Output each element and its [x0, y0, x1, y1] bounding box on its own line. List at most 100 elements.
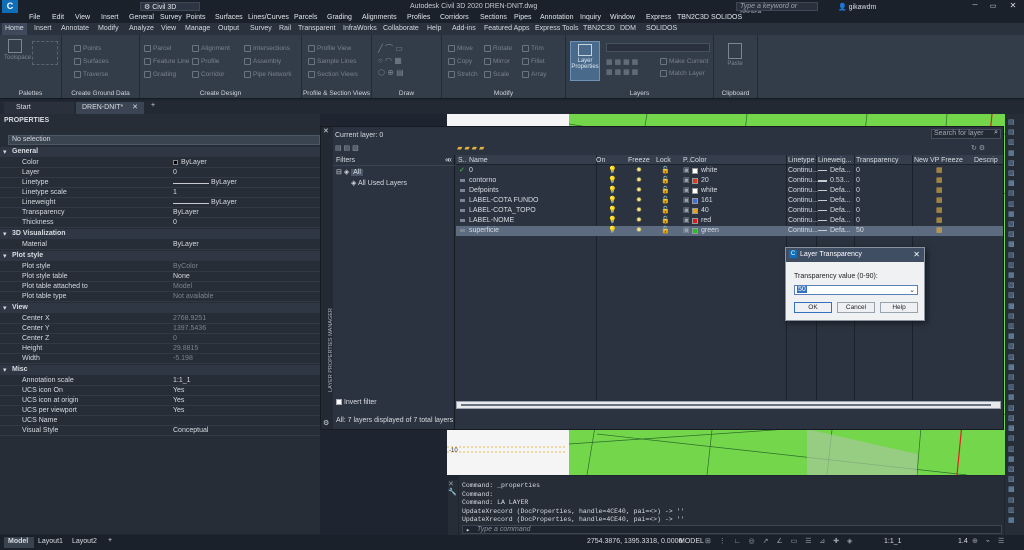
layer-properties-button[interactable]: Layer Properties — [570, 41, 600, 81]
plot-icon[interactable]: ▣ — [683, 186, 690, 194]
property-group-header[interactable]: 3D Visualization ▾ — [0, 229, 320, 239]
filter-all-used[interactable]: ◈ All Used Layers — [351, 179, 407, 187]
layer-search-input[interactable]: Search for layer ⌕ — [931, 129, 1001, 139]
menu-item[interactable]: General — [129, 14, 154, 21]
property-row[interactable]: Visual Style Conceptual — [0, 426, 320, 436]
lock-icon[interactable]: 🔓 — [661, 196, 670, 204]
array-button[interactable]: Array — [522, 71, 547, 78]
parcel-button[interactable]: Parcel — [144, 45, 171, 52]
property-row[interactable]: Layer 0 — [0, 168, 320, 178]
menu-item[interactable]: Edit — [52, 14, 64, 21]
color-swatch-icon[interactable] — [692, 198, 698, 204]
menu-item[interactable]: Express — [646, 14, 671, 21]
property-group-header[interactable]: Misc ▾ — [0, 365, 320, 375]
points-button[interactable]: Points — [74, 45, 101, 52]
column-header[interactable]: Name — [469, 157, 488, 164]
minimize-button[interactable]: ─ — [968, 2, 982, 9]
lightbulb-icon[interactable]: 💡 — [608, 166, 617, 174]
zoom-level[interactable]: 1.4 — [958, 538, 968, 545]
property-row[interactable]: Linetype ByLayer — [0, 178, 320, 188]
layer-tools[interactable]: ▰ ▰ ▰ ▰ — [457, 144, 484, 152]
rotate-button[interactable]: Rotate — [484, 45, 512, 52]
collapse-icon[interactable]: ▾ — [3, 148, 7, 156]
section-views-button[interactable]: Section Views — [308, 71, 358, 78]
ribbon-tab-view[interactable]: View — [161, 25, 176, 32]
ribbon-tab-tbn2c3d[interactable]: TBN2C3D — [583, 25, 615, 32]
menu-item[interactable]: View — [75, 14, 90, 21]
property-row[interactable]: Plot style ByColor — [0, 262, 320, 272]
plot-icon[interactable]: ▣ — [683, 196, 690, 204]
menu-item[interactable]: Annotation — [540, 14, 573, 21]
menu-item[interactable]: Corridors — [440, 14, 469, 21]
transparency-value-input[interactable]: 50 ⌄ — [794, 285, 918, 295]
layout2-tab[interactable]: Layout2 — [72, 538, 97, 545]
menu-item[interactable]: Lines/Curves — [248, 14, 289, 21]
column-header[interactable]: S.. — [458, 157, 467, 164]
ribbon-tab-solidos[interactable]: SOLIDOS — [646, 25, 677, 32]
layer-row[interactable]: superficie 💡 ✹ 🔓 ▣ green Continu... Defa... 50 ▦ — [456, 226, 1003, 236]
stretch-button[interactable]: Stretch — [448, 71, 478, 78]
ribbon-tab-analyze[interactable]: Analyze — [129, 25, 154, 32]
lightbulb-icon[interactable]: 💡 — [608, 196, 617, 204]
menu-item[interactable]: Grading — [327, 14, 352, 21]
property-row[interactable]: Center X 2768.9251 — [0, 314, 320, 324]
menu-item[interactable]: Parcels — [294, 14, 317, 21]
lightbulb-icon[interactable]: 💡 — [608, 206, 617, 214]
annotation-scale[interactable]: 1:1_1 — [884, 538, 902, 545]
vp-freeze-icon[interactable]: ▦ — [936, 226, 943, 234]
user-name[interactable]: 👤 gikawdm — [838, 3, 876, 11]
property-row[interactable]: UCS Name — [0, 416, 320, 426]
ribbon-tab-add-ins[interactable]: Add-ins — [452, 25, 476, 32]
model-space-toggle[interactable]: MODEL — [679, 538, 704, 545]
vp-freeze-icon[interactable]: ▦ — [936, 196, 943, 204]
lightbulb-icon[interactable]: 💡 — [608, 186, 617, 194]
help-search-input[interactable]: Type a keyword or phrase — [736, 2, 818, 17]
pipe-network-button[interactable]: Pipe Network — [244, 71, 292, 78]
lock-icon[interactable]: 🔓 — [661, 226, 670, 234]
menu-item[interactable]: Insert — [101, 14, 119, 21]
property-row[interactable]: Lineweight ByLayer — [0, 198, 320, 208]
collapse-icon[interactable]: ▾ — [3, 366, 7, 374]
close-button[interactable]: ✕ — [1006, 1, 1020, 10]
property-group-header[interactable]: View ▾ — [0, 303, 320, 313]
column-header[interactable]: Freeze — [628, 157, 650, 164]
collapse-icon[interactable]: ▾ — [3, 230, 7, 238]
trim-button[interactable]: Trim — [522, 45, 544, 52]
sample-lines-button[interactable]: Sample Lines — [308, 58, 356, 65]
alignment-button[interactable]: Alignment — [192, 45, 230, 52]
ribbon-tab-express-tools[interactable]: Express Tools — [535, 25, 578, 32]
close-tab-icon[interactable]: ✕ — [132, 103, 138, 111]
column-header[interactable]: Descrip — [974, 157, 998, 164]
color-swatch-icon[interactable] — [692, 208, 698, 214]
column-header[interactable]: New VP Freeze — [914, 157, 963, 164]
menu-item[interactable]: Inquiry — [580, 14, 601, 21]
property-row[interactable]: Width -5.198 — [0, 354, 320, 364]
lock-icon[interactable]: 🔓 — [661, 166, 670, 174]
color-swatch-icon[interactable] — [692, 168, 698, 174]
ribbon-tab-featured-apps[interactable]: Featured Apps — [484, 25, 530, 32]
lpm-close-icon[interactable]: ✕ — [323, 127, 329, 135]
ribbon-tab-help[interactable]: Help — [427, 25, 441, 32]
plot-icon[interactable]: ▣ — [683, 226, 690, 234]
property-row[interactable]: Plot table type Not available — [0, 292, 320, 302]
vp-freeze-icon[interactable]: ▦ — [936, 216, 943, 224]
property-row[interactable]: Plot table attached to Model — [0, 282, 320, 292]
plot-icon[interactable]: ▣ — [683, 206, 690, 214]
menu-item[interactable]: TBN2C3D — [677, 14, 709, 21]
lock-icon[interactable]: 🔓 — [661, 186, 670, 194]
new-tab-button[interactable]: + — [148, 102, 158, 113]
layer-row[interactable]: contorno 💡 ✹ 🔓 ▣ 20 Continu... 0.53... 0 ▦ — [456, 176, 1003, 186]
color-swatch-icon[interactable] — [692, 218, 698, 224]
draw-tools[interactable]: ╱ ⌒ ▭ ○ ◠ ▦ ⬡ ⊕ ▤ — [378, 43, 434, 79]
cancel-button[interactable]: Cancel — [837, 302, 875, 313]
match-layer-button[interactable]: Match Layer — [660, 70, 705, 77]
collapse-right-icon[interactable]: « — [445, 155, 449, 164]
menu-item[interactable]: Alignments — [362, 14, 397, 21]
assembly-button[interactable]: Assembly — [244, 58, 281, 65]
property-row[interactable]: UCS per viewport Yes — [0, 406, 320, 416]
maximize-button[interactable]: ▭ — [986, 2, 1000, 10]
menu-item[interactable]: File — [29, 14, 40, 21]
status-toggle-icons[interactable]: ⊞ ⋮ ∟ ◎ ↗ ∠ ▭ ☰ ⊿ ✚ ◈ — [705, 537, 855, 545]
column-header[interactable]: Lock — [656, 157, 671, 164]
lock-icon[interactable]: 🔓 — [661, 176, 670, 184]
